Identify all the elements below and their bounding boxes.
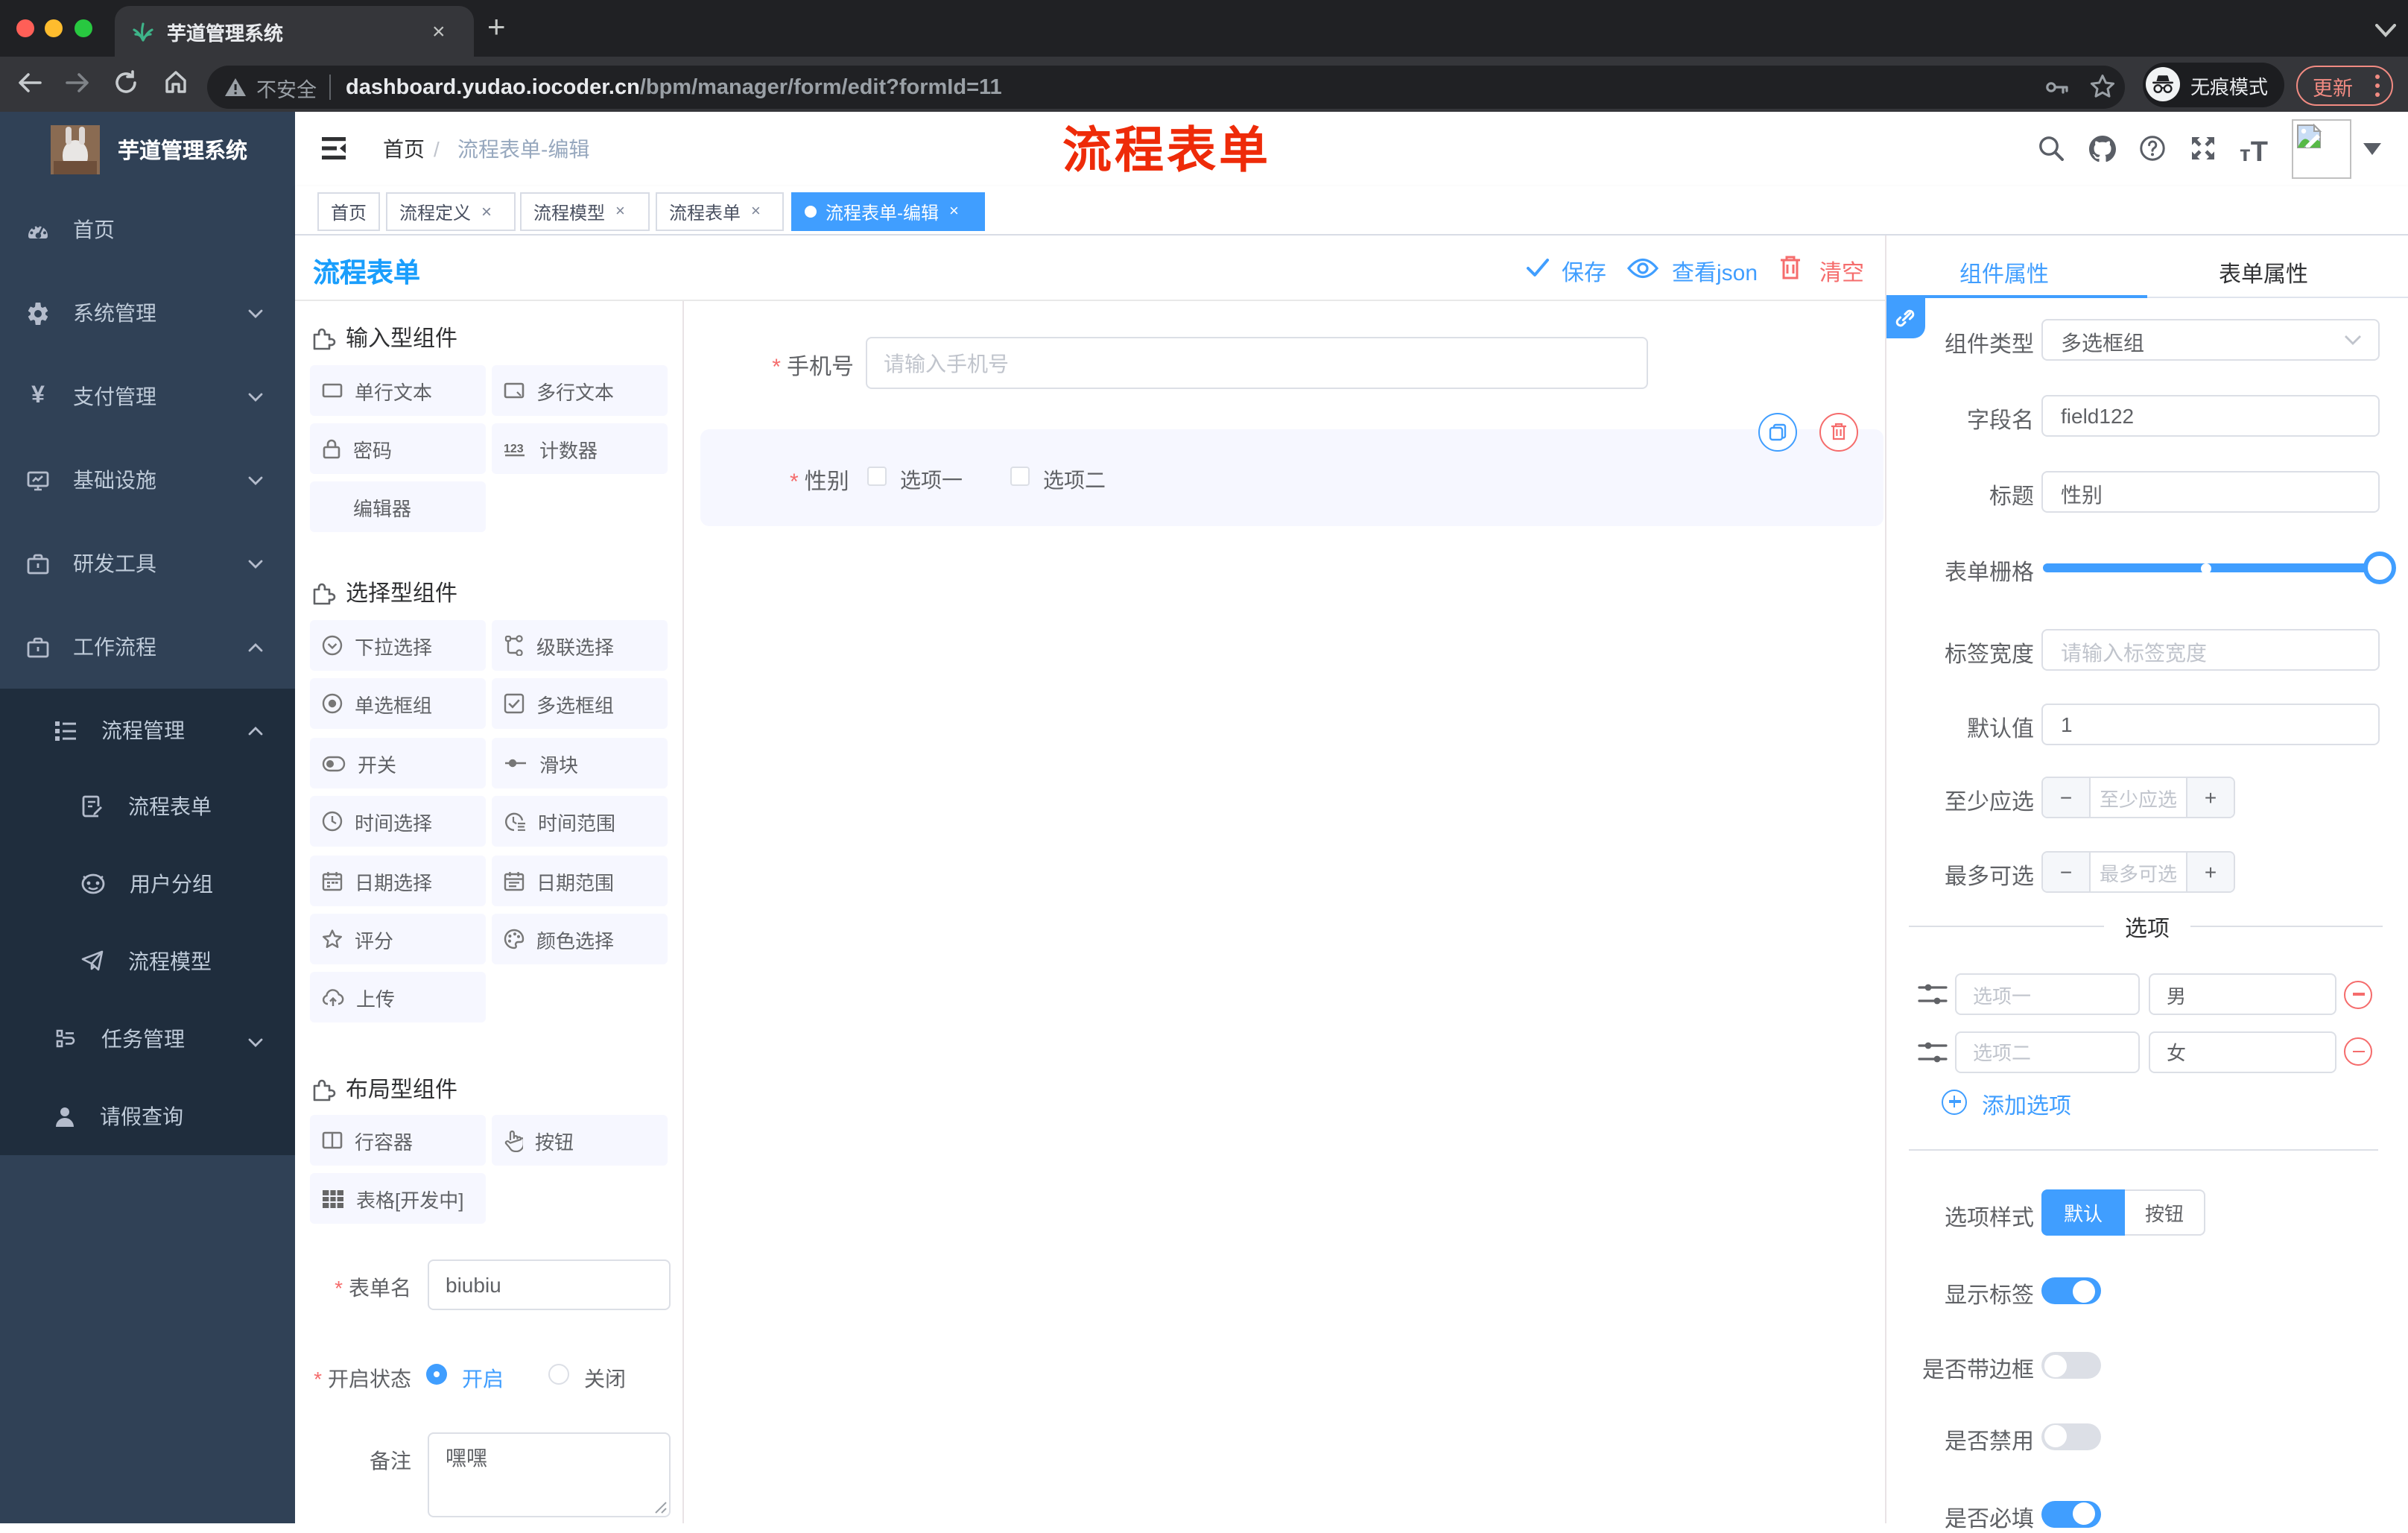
svg-text:123: 123	[504, 443, 524, 455]
